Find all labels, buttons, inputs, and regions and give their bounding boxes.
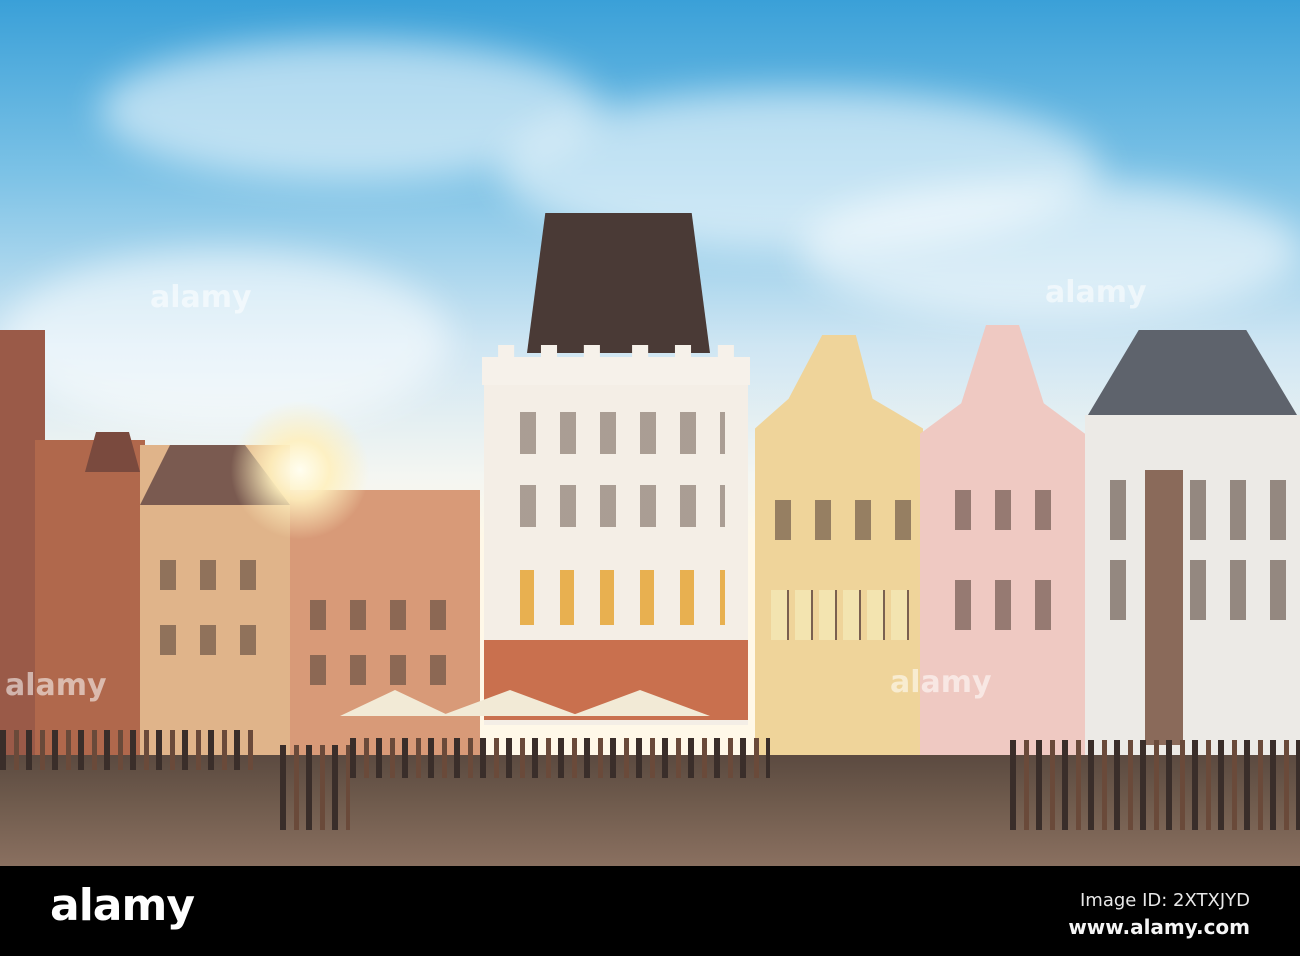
windows: [1100, 480, 1295, 540]
windows: [510, 485, 725, 527]
alamy-logo: alamy: [50, 880, 195, 931]
watermark: alamy: [5, 668, 107, 703]
market-cross-column: [1145, 470, 1183, 745]
windows: [510, 412, 725, 454]
windows: [1100, 560, 1295, 620]
windows: [945, 580, 1065, 630]
windows: [765, 500, 915, 540]
windows-lit: [510, 570, 725, 625]
building-roof: [85, 432, 140, 472]
windows: [300, 600, 460, 630]
cafe-guests: [350, 738, 770, 778]
windows: [150, 560, 280, 590]
photo: alamy alamy alamy alamy: [0, 0, 1300, 866]
cloud: [0, 250, 450, 430]
windows: [945, 490, 1065, 530]
walking-couple: [280, 745, 350, 830]
building-red: [35, 440, 145, 760]
windows: [765, 590, 915, 640]
footer-bar: [0, 866, 1300, 956]
windows: [300, 655, 460, 685]
tower-roof: [527, 213, 710, 353]
windows: [150, 625, 280, 655]
people-seated: [1010, 740, 1300, 830]
site-url: www.alamy.com: [1068, 915, 1250, 939]
people: [0, 730, 260, 770]
watermark: alamy: [1045, 275, 1147, 310]
image-id: Image ID: 2XTXJYD: [1079, 890, 1250, 911]
watermark: alamy: [150, 280, 252, 315]
building-grey-roof: [1085, 330, 1300, 420]
watermark: alamy: [890, 665, 992, 700]
sun-flare: [230, 400, 370, 540]
